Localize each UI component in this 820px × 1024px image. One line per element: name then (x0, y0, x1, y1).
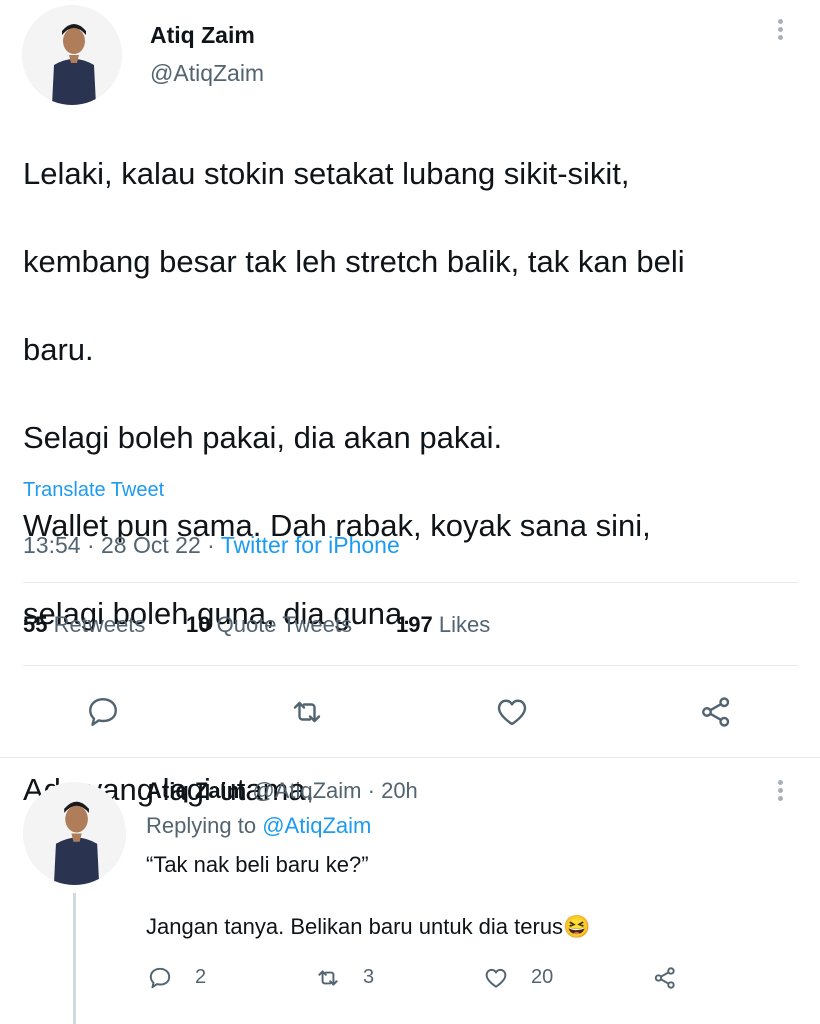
likes-stat[interactable]: 197 Likes (396, 612, 490, 638)
author-handle[interactable]: @AtiqZaim (150, 60, 264, 87)
reply-text: Jangan tanya. Belikan baru untuk dia ter… (146, 914, 564, 939)
share-icon[interactable] (650, 965, 680, 991)
reply-count: 2 (195, 966, 207, 988)
reply-icon[interactable] (146, 965, 174, 991)
reply-header: Atiq Zaim @AtiqZaim · 20h (146, 778, 418, 804)
reply-text-line: Jangan tanya. Belikan baru untuk dia ter… (146, 914, 590, 940)
likes-count: 197 (396, 612, 433, 637)
divider (23, 582, 798, 583)
quotes-label: Quote Tweets (216, 612, 352, 637)
tweet-line: Lelaki, kalau stokin setakat lubang siki… (23, 156, 630, 191)
tweet-time[interactable]: 13:54 (23, 532, 81, 558)
reply-author-name[interactable]: Atiq Zaim (146, 778, 246, 803)
replying-to: Replying to @AtiqZaim (146, 813, 371, 839)
retweet-icon[interactable] (313, 965, 343, 991)
tweet-line: kembang besar tak leh stretch balik, tak… (23, 244, 685, 279)
tweet-line: Selagi boleh pakai, dia akan pakai. (23, 420, 503, 455)
profile-photo (22, 5, 122, 105)
share-icon[interactable] (696, 694, 736, 730)
reply-icon[interactable] (84, 694, 122, 730)
retweet-count: 3 (363, 966, 375, 988)
tweet-date[interactable]: 28 Oct 22 (101, 532, 201, 558)
retweets-count: 55 (23, 612, 48, 637)
meta-separator: · (207, 532, 221, 558)
author-name[interactable]: Atiq Zaim (150, 22, 255, 49)
avatar[interactable] (22, 5, 122, 105)
divider (23, 665, 798, 666)
quotes-count: 10 (186, 612, 211, 637)
replying-handle[interactable]: @AtiqZaim (262, 813, 371, 838)
like-count: 20 (531, 966, 554, 988)
like-icon[interactable] (493, 694, 531, 730)
translate-tweet-link[interactable]: Translate Tweet (23, 479, 164, 502)
retweets-stat[interactable]: 55 Retweets (23, 612, 145, 638)
likes-label: Likes (438, 612, 491, 637)
divider (0, 757, 820, 758)
tweet-source[interactable]: Twitter for iPhone (221, 532, 400, 558)
retweet-icon[interactable] (287, 694, 327, 730)
like-icon[interactable] (482, 965, 510, 991)
tweet-meta: 13:54 · 28 Oct 22 · Twitter for iPhone (23, 532, 400, 559)
tweet-line: baru. (23, 332, 94, 367)
more-icon[interactable] (778, 777, 783, 804)
reply-handle[interactable]: @AtiqZaim (252, 778, 361, 803)
avatar[interactable] (23, 782, 126, 885)
replying-prefix: Replying to (146, 813, 257, 838)
retweets-label: Retweets (53, 612, 146, 637)
thread-line (73, 893, 76, 1024)
reply-age[interactable]: 20h (381, 778, 418, 803)
more-icon[interactable] (778, 16, 783, 43)
reply-text-line: “Tak nak beli baru ke?” (146, 852, 369, 877)
quote-tweets-stat[interactable]: 10 Quote Tweets (186, 612, 352, 638)
profile-photo (23, 782, 126, 885)
laughing-emoji: 😆 (563, 914, 591, 939)
meta-separator: · (367, 778, 375, 803)
meta-separator: · (86, 532, 102, 558)
